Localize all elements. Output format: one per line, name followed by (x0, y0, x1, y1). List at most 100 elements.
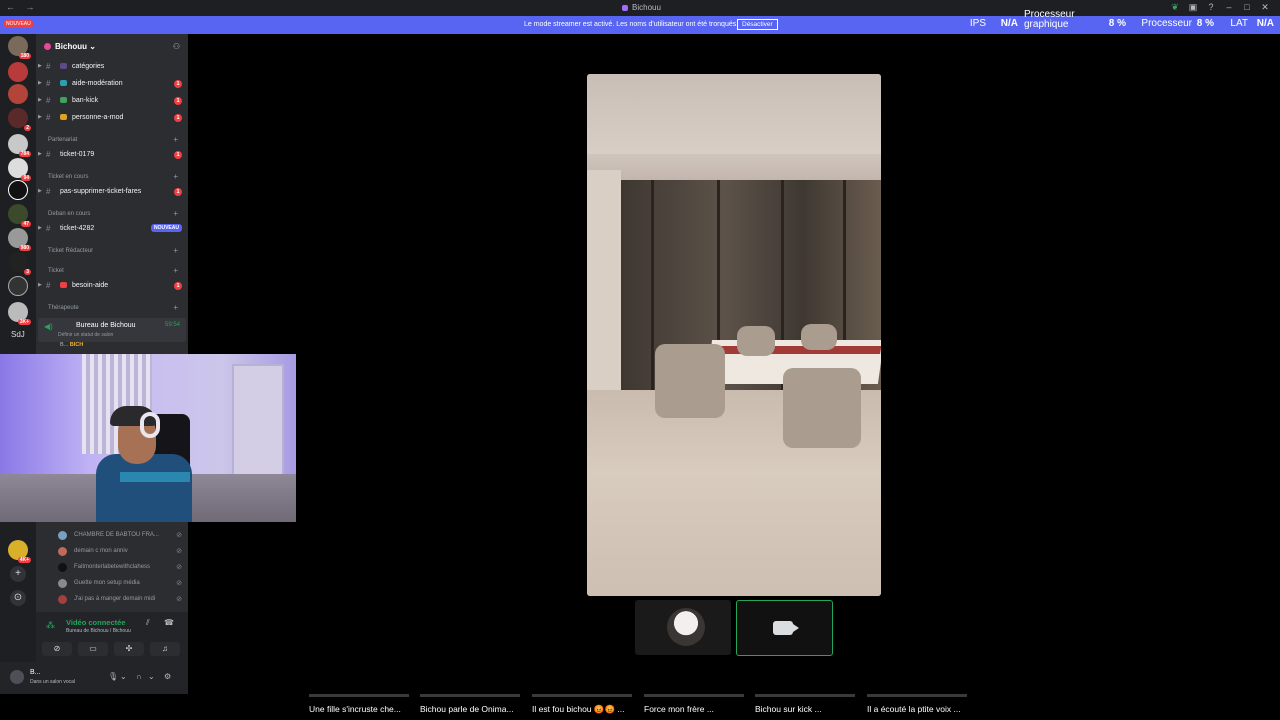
chevron-down-icon[interactable]: ⌄ (148, 672, 155, 681)
glass-frame (651, 180, 654, 390)
video-title-item[interactable]: Force mon frère ... (644, 694, 748, 720)
category-deban-en-cours[interactable]: Deban en cours (48, 211, 90, 217)
channel-label: personne-a-mod (72, 114, 124, 121)
hash-icon: # (46, 187, 51, 196)
voice-member[interactable]: B... BICH (60, 342, 83, 348)
add-channel-icon[interactable]: + (173, 172, 178, 181)
activities-button[interactable]: ✣ (114, 642, 144, 656)
soundboard-button[interactable]: ♫ (150, 642, 180, 656)
voice-list-item[interactable]: Guette mon setup média ⊘ (56, 578, 186, 590)
minimize-icon[interactable]: – (1220, 2, 1238, 12)
channel-besoin-aide[interactable]: ▶ # besoin-aide 1 (38, 279, 186, 293)
server-icon-10[interactable]: 3 (8, 252, 31, 275)
disable-streamer-button[interactable]: Désactiver (737, 19, 778, 30)
avatar (58, 547, 67, 556)
video-title-item[interactable]: Une fille s'incruste che... (309, 694, 413, 720)
expand-arrow-icon: ▶ (38, 188, 42, 194)
help-icon[interactable]: ? (1202, 2, 1220, 12)
user-avatar[interactable] (10, 670, 24, 684)
server-icon-9[interactable]: 980 (8, 228, 31, 251)
add-channel-icon[interactable]: + (173, 246, 178, 255)
cpu-label: Processeur (1141, 18, 1192, 29)
participant-tile[interactable] (635, 600, 731, 655)
window-title: Bichouu (622, 3, 661, 12)
screen-share-button[interactable]: ▭ (78, 642, 108, 656)
set-channel-status[interactable]: Définir un statut de salon (58, 332, 113, 338)
server-badge: 2 (24, 125, 31, 131)
add-channel-icon[interactable]: + (173, 209, 178, 218)
streamer-webcam-overlay (0, 354, 296, 522)
server-icon-13[interactable]: 4K+ (8, 540, 31, 563)
add-channel-icon[interactable]: + (173, 266, 178, 275)
chevron-down-icon[interactable]: ⌄ (120, 672, 127, 681)
close-icon[interactable]: ✕ (1256, 2, 1274, 13)
server-icon-12[interactable]: 3K+ (8, 302, 31, 325)
server-icon-7[interactable] (8, 180, 28, 200)
headphones-icon[interactable]: ∩ (136, 672, 142, 681)
expand-arrow-icon: ▶ (38, 151, 42, 157)
main-video-stream[interactable] (587, 74, 881, 596)
video-title-item[interactable]: Il est fou bichou 😡😡 ... (532, 694, 636, 720)
server-icon-3[interactable] (8, 84, 28, 104)
maximize-icon[interactable]: □ (1238, 2, 1256, 12)
voice-list-item[interactable]: J'ai pas à manger demain midi ⊘ (56, 594, 186, 606)
voice-status: Vidéo connectée (66, 618, 126, 627)
add-server-icon[interactable]: + (10, 566, 26, 582)
microphone-icon[interactable]: 🎙︎ (108, 672, 118, 681)
discover-icon[interactable]: ⊙ (10, 590, 26, 606)
add-channel-icon[interactable]: + (173, 135, 178, 144)
participant-tile-camera[interactable] (736, 600, 833, 656)
channel-categories[interactable]: ▶ # catégories (38, 60, 186, 74)
nitro-icon[interactable]: ❦ (1166, 2, 1184, 13)
nav-arrows[interactable]: ← → (6, 2, 39, 12)
voice-list-item[interactable]: demain c mon anniv ⊘ (56, 546, 186, 558)
category-partenariat[interactable]: Partenariat (48, 137, 77, 143)
video-title-item[interactable]: Bichou parle de Onima... (420, 694, 524, 720)
server-header[interactable]: Bichouu ⌄ (44, 42, 96, 51)
dining-chair (737, 326, 775, 356)
voice-list-item[interactable]: CHAMBRE DE BABTOU FRA... ⊘ (56, 530, 186, 542)
video-title-item[interactable]: Bichou sur kick ... (755, 694, 859, 720)
invite-icon[interactable]: ⚇ (173, 42, 180, 51)
inbox-icon[interactable]: ▣ (1184, 2, 1202, 13)
camera-off-button[interactable]: ⊘ (42, 642, 72, 656)
video-camera-icon (773, 621, 799, 635)
category-ticket-redacteur[interactable]: Ticket Rédacteur (48, 248, 93, 254)
category-ticket[interactable]: Ticket (48, 268, 64, 274)
server-icon (622, 5, 628, 11)
video-titles-bar: Une fille s'incruste che... Bichou parle… (300, 694, 1280, 720)
server-icon-5[interactable]: 784 (8, 134, 31, 157)
server-icon-11[interactable] (8, 276, 28, 296)
disconnect-icon[interactable]: ☎ (164, 618, 174, 627)
video-title: Force mon frère ... (644, 704, 714, 714)
voice-list-item[interactable]: Faitmonterlabetewithclahess ⊘ (56, 562, 186, 574)
category-ticket-en-cours[interactable]: Ticket en cours (48, 174, 88, 180)
video-title-item[interactable]: Il a écouté la ptite voix ... (867, 694, 971, 720)
thumbnail-strip (867, 694, 967, 697)
channel-personne-a-mod[interactable]: ▶ # personne-a-mod 1 (38, 111, 186, 125)
server-icon-6[interactable]: 94 (8, 158, 31, 181)
channel-ticket-4282[interactable]: ▶ # ticket-4282 NOUVEAU (38, 222, 186, 236)
signal-icon[interactable]: ⁂ (46, 620, 55, 631)
door (232, 364, 284, 488)
channel-pas-supprimer-ticket-fares[interactable]: ▶ # pas-supprimer-ticket-fares 1 (38, 185, 186, 199)
server-badge: 94 (21, 175, 31, 181)
add-channel-icon[interactable]: + (173, 303, 178, 312)
channel-ban-kick[interactable]: ▶ # ban-kick 1 (38, 94, 186, 108)
server-icon-4[interactable]: 2 (8, 108, 31, 131)
settings-gear-icon[interactable]: ⚙ (164, 672, 171, 681)
server-label-sdj[interactable]: SdJ (11, 330, 25, 339)
server-icon-8[interactable]: 47 (8, 204, 31, 227)
speaker-icon: ◀) (44, 322, 53, 331)
unread-badge: 1 (174, 114, 182, 122)
server-icon-1[interactable]: 180 (8, 36, 31, 59)
voice-location[interactable]: Bureau de Bichouu / Bichouu (66, 628, 131, 634)
server-icon-2[interactable] (8, 62, 28, 82)
channel-ticket-0179[interactable]: ▶ # ticket-0179 1 (38, 148, 186, 162)
voice-channel-bureau[interactable]: ◀) Bureau de Bichouu 59:54 Définir un st… (38, 318, 186, 342)
category-therapeute[interactable]: Thérapeute (48, 305, 79, 311)
noise-suppression-icon[interactable]: ⫽ (146, 618, 150, 628)
server-badge: 4K+ (17, 557, 31, 563)
server-badge: 47 (21, 221, 31, 227)
channel-aide-moderation[interactable]: ▶ # aide-modération 1 (38, 77, 186, 91)
